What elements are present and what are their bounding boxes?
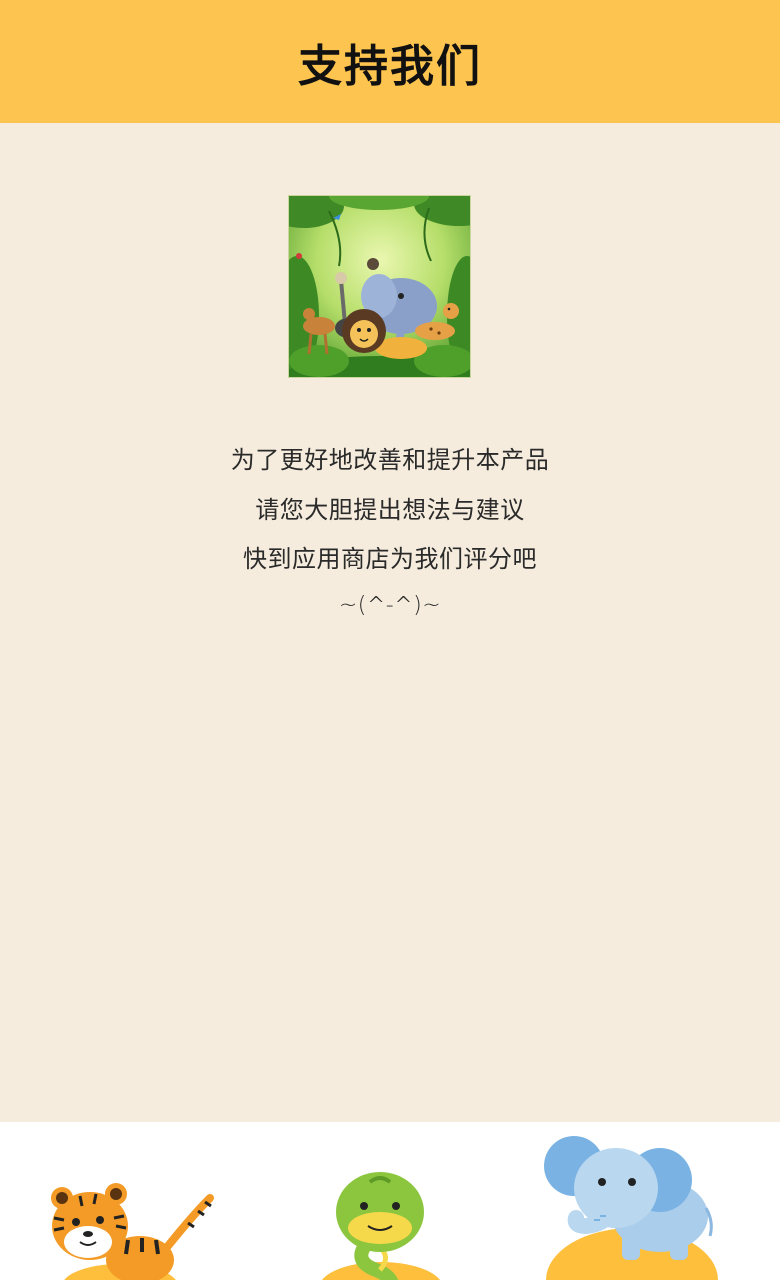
tiger-illustration (51, 1183, 214, 1280)
emoticon: ~(^-^)~ (338, 592, 442, 618)
header-bar: 支持我们 (0, 0, 780, 123)
elephant-illustration (544, 1136, 718, 1280)
snake-illustration (322, 1172, 440, 1280)
support-message: 为了更好地改善和提升本产品 请您大胆提出想法与建议 快到应用商店为我们评分吧 ~… (0, 440, 780, 638)
page-title: 支持我们 (298, 40, 482, 92)
jungle-animals-image (288, 195, 471, 378)
footer-animals (0, 1122, 780, 1280)
message-line-1: 为了更好地改善和提升本产品 (230, 446, 550, 474)
message-line-3: 快到应用商店为我们评分吧 (243, 545, 537, 573)
message-line-2: 请您大胆提出想法与建议 (255, 495, 525, 524)
